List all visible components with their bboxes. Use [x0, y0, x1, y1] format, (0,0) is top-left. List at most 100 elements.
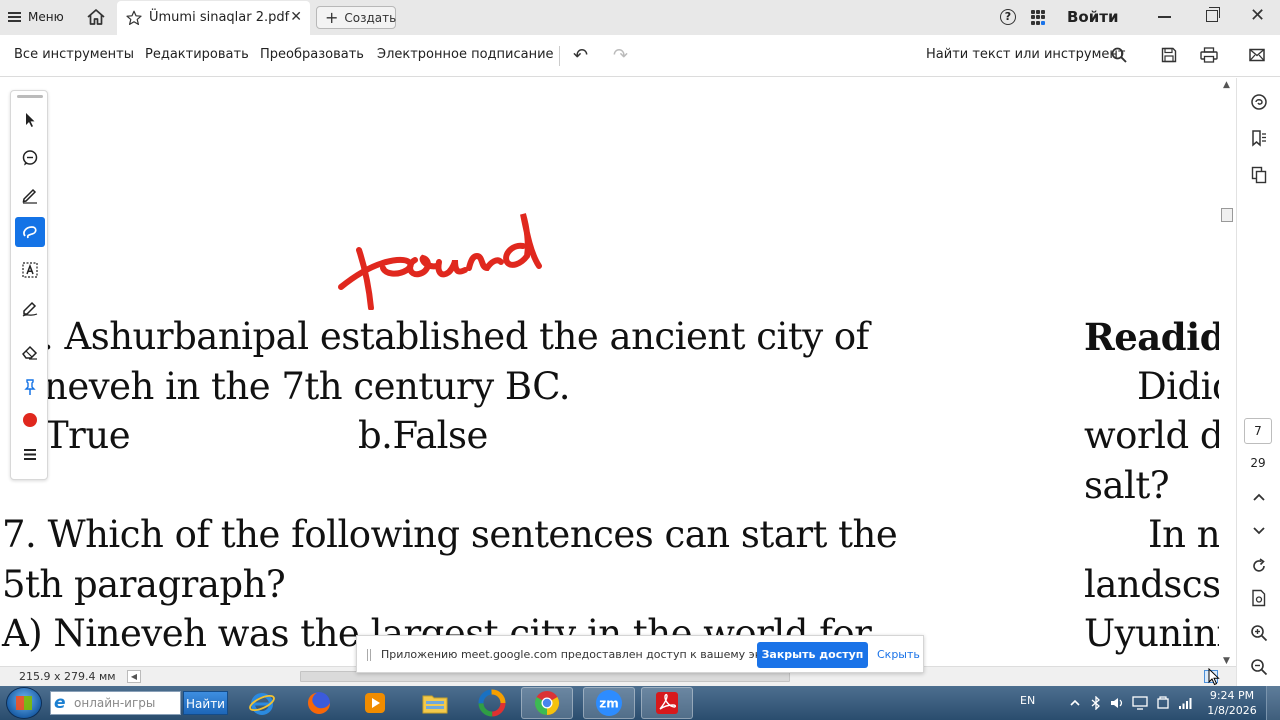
question-6-option-b: b.False [358, 414, 488, 457]
scroll-thumb[interactable] [1221, 208, 1233, 222]
total-pages: 29 [1250, 456, 1266, 470]
more-tools-icon[interactable] [15, 439, 45, 469]
screen-share-notification: Приложению meet.google.com предоставлен … [356, 635, 924, 673]
taskbar-find-button[interactable]: Найти [183, 691, 228, 715]
tray-expand-icon[interactable] [1068, 696, 1082, 710]
create-label: Создать [344, 10, 397, 25]
document-tab[interactable]: Ümumi sinaqlar 2.pdf ✕ [117, 1, 310, 35]
reading-line-1: Didid [1137, 365, 1219, 408]
edit-menu[interactable]: Редактировать [145, 47, 249, 62]
mouse-cursor-icon [1208, 668, 1220, 686]
question-7-line-2: 5th paragraph? [2, 563, 286, 606]
login-button[interactable]: Войти [1067, 8, 1118, 26]
scroll-down-icon[interactable]: ▼ [1223, 656, 1230, 666]
home-icon[interactable] [86, 7, 106, 27]
print-icon[interactable] [1200, 47, 1218, 63]
acrobat-icon[interactable] [641, 687, 693, 719]
share-message: Приложению meet.google.com предоставлен … [381, 648, 793, 661]
hide-notification-link[interactable]: Скрыть [877, 648, 920, 661]
redo-icon[interactable]: ↷ [613, 45, 628, 66]
stop-sharing-button[interactable]: Закрыть доступ [757, 642, 868, 668]
plus-icon: + [325, 7, 339, 27]
reading-line-5: landscsc [1084, 563, 1219, 606]
chrome-icon[interactable] [521, 687, 573, 719]
all-tools-menu[interactable]: Все инструменты [14, 47, 134, 62]
save-icon[interactable] [1161, 47, 1177, 63]
document-page[interactable]: found -. Ashurbanipal established the an… [0, 78, 1219, 666]
select-tool-icon[interactable] [15, 105, 45, 135]
volume-icon[interactable] [1110, 696, 1124, 710]
apps-grid-icon[interactable] [1031, 10, 1046, 25]
close-window-icon[interactable]: ✕ [1250, 5, 1265, 26]
fill-sign-icon[interactable] [15, 293, 45, 323]
lasso-draw-icon[interactable] [15, 217, 45, 247]
network-signal-icon[interactable] [1178, 696, 1192, 710]
minimize-icon[interactable] [1158, 16, 1171, 18]
zoom-app-label: zm [599, 697, 619, 711]
page-down-icon[interactable] [1250, 521, 1268, 539]
system-clock[interactable]: 9:24 PM 1/8/2026 [1207, 688, 1257, 718]
drawing-tools-palette [10, 90, 48, 480]
pdf-viewer-window: Меню Ümumi sinaqlar 2.pdf ✕ + Создать ? … [0, 0, 1280, 720]
page-settings-icon[interactable] [1250, 589, 1268, 607]
color-wheel-app-icon[interactable] [466, 687, 518, 719]
reading-heading: Readidi [1084, 315, 1219, 359]
zoom-in-icon[interactable] [1250, 624, 1268, 642]
page-up-icon[interactable] [1250, 489, 1268, 507]
mail-icon[interactable] [1249, 48, 1265, 62]
title-bar: Меню Ümumi sinaqlar 2.pdf ✕ + Создать ? … [0, 0, 1280, 35]
bluetooth-icon[interactable] [1089, 696, 1103, 710]
search-icon[interactable] [1111, 47, 1127, 63]
pen-icon[interactable] [15, 180, 45, 210]
tab-close-icon[interactable]: ✕ [290, 9, 302, 25]
scroll-left-icon[interactable]: ◀ [127, 670, 141, 683]
right-side-panel [1236, 78, 1280, 686]
question-6-line-1: -. Ashurbanipal established the ancient … [30, 315, 869, 358]
tab-title: Ümumi sinaqlar 2.pdf [149, 10, 290, 25]
page-size-label: 215.9 x 279.4 мм [19, 670, 116, 683]
drag-handle-icon[interactable] [367, 649, 371, 661]
keyboard-language[interactable]: EN [1020, 694, 1035, 707]
display-icon[interactable] [1132, 696, 1148, 710]
pages-thumbnails-icon[interactable] [1250, 166, 1268, 184]
handwritten-annotation: found [338, 213, 542, 310]
pin-icon[interactable] [15, 372, 45, 402]
comment-icon[interactable] [15, 143, 45, 173]
file-explorer-icon[interactable] [409, 687, 461, 719]
help-icon[interactable]: ? [1000, 9, 1016, 25]
show-desktop-button[interactable] [1266, 686, 1280, 720]
toolbar-divider [559, 46, 560, 66]
color-swatch-icon[interactable] [15, 405, 45, 435]
main-toolbar: Все инструменты Редактировать Преобразов… [0, 35, 1280, 77]
windows-taskbar: e онлайн-игры Найти zm EN 9:24 PM 1/8/20… [0, 686, 1280, 720]
media-player-icon[interactable] [349, 687, 401, 719]
taskbar-search-box[interactable]: e онлайн-игры [50, 691, 181, 715]
firefox-icon[interactable] [293, 687, 345, 719]
current-page-input[interactable]: 7 [1244, 418, 1272, 444]
rotate-icon[interactable] [1250, 557, 1268, 575]
find-tool-label[interactable]: Найти текст или инструмент [926, 47, 1125, 62]
ie-logo-icon: e [54, 693, 66, 713]
text-box-icon[interactable] [15, 255, 45, 285]
vertical-scrollbar[interactable]: ▲ ▼ [1219, 78, 1236, 668]
convert-menu[interactable]: Преобразовать [260, 47, 364, 62]
scroll-up-icon[interactable]: ▲ [1223, 80, 1230, 90]
zoom-out-icon[interactable] [1250, 658, 1268, 676]
reading-line-3: salt? [1084, 464, 1170, 507]
e-sign-menu[interactable]: Электронное подписание [377, 47, 554, 62]
start-button[interactable] [6, 687, 42, 719]
clock-date: 1/8/2026 [1207, 704, 1257, 717]
security-center-icon[interactable] [1156, 696, 1170, 710]
internet-explorer-icon[interactable] [236, 687, 288, 719]
eraser-icon[interactable] [15, 337, 45, 367]
menu-button[interactable]: Меню [8, 6, 64, 28]
undo-icon[interactable]: ↶ [573, 45, 588, 66]
star-icon[interactable] [126, 10, 142, 26]
zoom-app-icon[interactable]: zm [583, 687, 635, 719]
palette-grip[interactable] [17, 95, 43, 98]
create-button[interactable]: + Создать [316, 6, 396, 29]
bookmarks-icon[interactable] [1250, 129, 1268, 147]
ai-assistant-icon[interactable] [1250, 93, 1268, 111]
restore-icon[interactable] [1206, 7, 1220, 22]
reading-line-2: world d [1084, 414, 1219, 457]
